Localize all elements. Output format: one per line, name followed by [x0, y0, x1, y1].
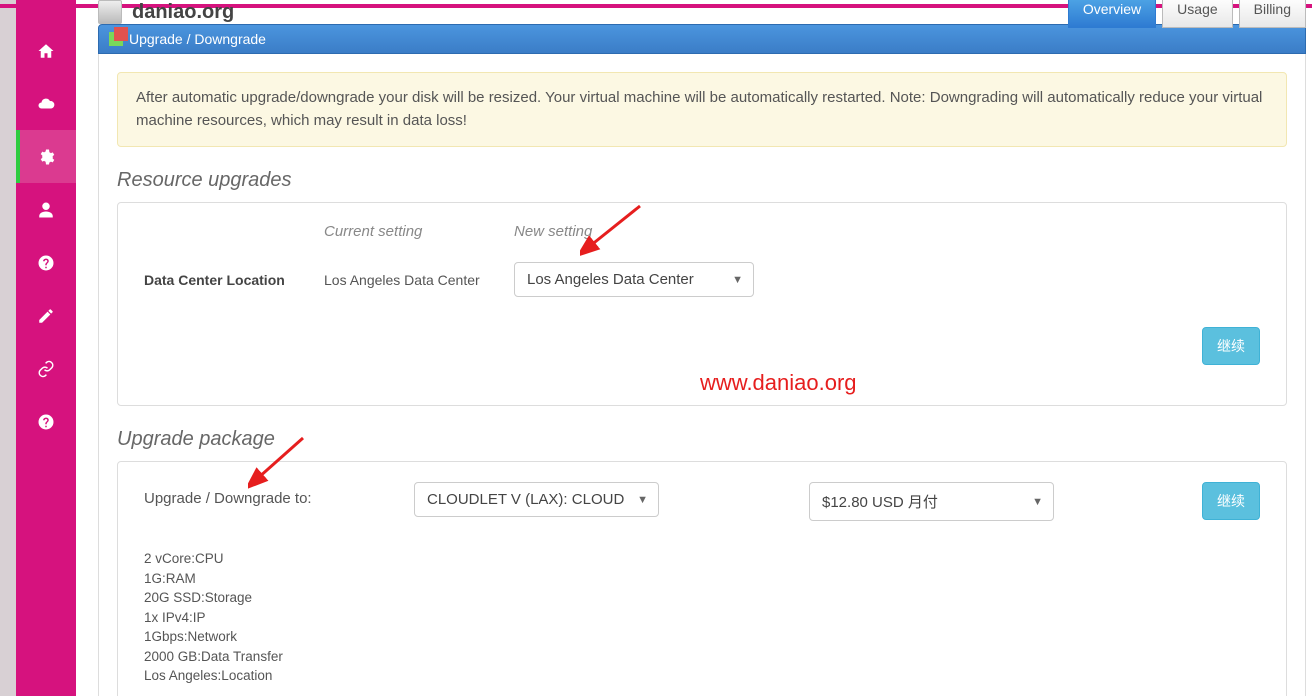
site-title: daniao.org — [132, 1, 234, 24]
avatar — [98, 0, 122, 24]
link-icon — [37, 360, 55, 378]
user-icon — [37, 201, 55, 219]
sidebar-item-user[interactable] — [16, 183, 76, 236]
sidebar-item-link[interactable] — [16, 342, 76, 395]
sidebar — [16, 0, 76, 696]
sidebar-item-home[interactable] — [16, 24, 76, 77]
tab-usage[interactable]: Usage — [1162, 0, 1232, 28]
root: daniao.org Overview Usage Billing Upgrad… — [0, 0, 1312, 696]
col-current-setting: Current settinɡ — [324, 223, 514, 240]
top-tabs: Overview Usage Billing — [1062, 0, 1306, 28]
gear-icon — [37, 148, 55, 166]
spec-transfer: 2000 GB:Data Transfer — [144, 647, 1260, 667]
package-plan-select[interactable]: CLOUDLET V (LAX): CLOUD ▼ — [414, 482, 659, 517]
datacenter-current: Los Angeles Data Center — [324, 272, 514, 288]
datacenter-row: Data Center Location Los Angeles Data Ce… — [144, 262, 1260, 297]
datacenter-label: Data Center Location — [144, 272, 324, 288]
panel-title: Upgrade / Downgrade — [129, 31, 266, 47]
question-icon — [37, 254, 55, 272]
watermark: www.daniao.org — [700, 370, 857, 396]
main-panel: Upgrade / Downgrade After automatic upgr… — [98, 24, 1306, 696]
continue-button-package[interactable]: 继续 — [1202, 482, 1260, 520]
spec-network: 1Gbps:Network — [144, 627, 1260, 647]
annotation-arrow-1 — [580, 198, 650, 258]
package-upgrade-box: Upgrade / Downgrade to: CLOUDLET V (LAX)… — [117, 461, 1287, 696]
spec-location: Los Angeles:Location — [144, 666, 1260, 686]
cloud-icon — [37, 95, 55, 113]
datacenter-select-value: Los Angeles Data Center — [527, 271, 694, 288]
panel-header-icon — [109, 32, 123, 46]
tab-billing[interactable]: Billing — [1239, 0, 1306, 28]
warning-alert: After automatic upgrade/downgrade your d… — [117, 72, 1287, 147]
spec-ip: 1x IPv4:IP — [144, 608, 1260, 628]
panel-header: Upgrade / Downgrade — [98, 24, 1306, 54]
resource-section-title: Resource upɡrades — [117, 169, 1287, 192]
annotation-arrow-2 — [248, 430, 318, 490]
sidebar-item-edit[interactable] — [16, 289, 76, 342]
continue-button-resource[interactable]: 继续 — [1202, 327, 1260, 365]
tab-overview[interactable]: Overview — [1068, 0, 1156, 28]
chevron-down-icon: ▼ — [732, 274, 743, 286]
datacenter-select[interactable]: Los Angeles Data Center ▼ — [514, 262, 754, 297]
spec-ram: 1G:RAM — [144, 569, 1260, 589]
sidebar-item-settings[interactable] — [16, 130, 76, 183]
package-specs: 2 vCore:CPU 1G:RAM 20G SSD:Storage 1x IP… — [144, 549, 1260, 686]
home-icon — [37, 42, 55, 60]
sidebar-item-help[interactable] — [16, 236, 76, 289]
package-plan-value: CLOUDLET V (LAX): CLOUD — [427, 491, 624, 508]
header: daniao.org — [98, 0, 234, 24]
spec-cpu: 2 vCore:CPU — [144, 549, 1260, 569]
chevron-down-icon: ▼ — [637, 494, 648, 506]
pencil-icon — [37, 307, 55, 325]
package-price-select[interactable]: $12.80 USD 月付 ▼ — [809, 482, 1054, 521]
chevron-down-icon: ▼ — [1032, 496, 1043, 508]
left-gutter — [0, 0, 16, 696]
setting-headers: Current settinɡ New settinɡ — [144, 223, 1260, 240]
question-icon — [37, 413, 55, 431]
sidebar-item-cloud[interactable] — [16, 77, 76, 130]
sidebar-item-help2[interactable] — [16, 395, 76, 448]
package-price-value: $12.80 USD 月付 — [822, 494, 938, 511]
spec-storage: 20G SSD:Storage — [144, 588, 1260, 608]
